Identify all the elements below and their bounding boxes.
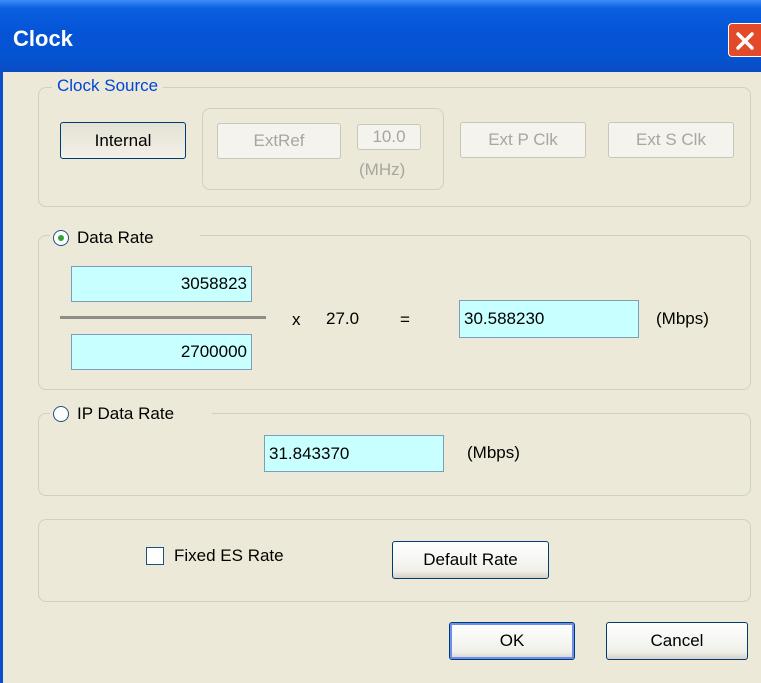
window-title: Clock (13, 26, 73, 51)
multiply-sign: x (292, 310, 301, 329)
ext-p-clk-button[interactable]: Ext P Clk (460, 122, 586, 158)
clock-source-legend: Clock Source (52, 76, 164, 96)
clock-dialog: Clock Clock Source Internal ExtRef 10.0 … (0, 0, 761, 683)
ip-data-rate-label: IP Data Rate (77, 404, 175, 423)
window-border (0, 72, 3, 683)
fixed-es-rate-label: Fixed ES Rate (174, 546, 284, 565)
internal-button[interactable]: Internal (60, 122, 186, 159)
radio-selected-dot (58, 235, 64, 241)
cancel-button[interactable]: Cancel (606, 622, 748, 660)
multiplier-value: 27.0 (326, 309, 360, 328)
extref-button[interactable]: ExtRef (217, 123, 341, 159)
close-icon (736, 32, 754, 50)
title-bar[interactable]: Clock (0, 0, 761, 72)
data-rate-unit: (Mbps) (656, 309, 709, 328)
extref-unit-label: (MHz) (359, 160, 406, 179)
numerator-field[interactable]: 3058823 (71, 266, 252, 302)
data-rate-option[interactable]: Data Rate (50, 225, 200, 251)
ip-data-rate-option[interactable]: IP Data Rate (50, 401, 212, 427)
data-rate-radio[interactable] (53, 230, 69, 246)
ok-button[interactable]: OK (449, 622, 575, 660)
default-rate-button[interactable]: Default Rate (392, 541, 549, 579)
data-rate-result-field[interactable]: 30.588230 (459, 300, 639, 338)
ext-s-clk-button[interactable]: Ext S Clk (608, 122, 734, 158)
ip-data-rate-radio[interactable] (53, 406, 69, 422)
equals-sign: = (400, 310, 410, 329)
denominator-field[interactable]: 2700000 (71, 334, 252, 370)
ip-data-rate-field[interactable]: 31.843370 (264, 435, 444, 472)
close-button[interactable] (728, 23, 761, 57)
ip-data-rate-unit: (Mbps) (467, 443, 520, 462)
fixed-es-rate-checkbox[interactable] (146, 547, 164, 565)
fraction-line (60, 316, 266, 319)
extref-frequency-field[interactable]: 10.0 (357, 124, 421, 150)
data-rate-label: Data Rate (77, 228, 154, 247)
